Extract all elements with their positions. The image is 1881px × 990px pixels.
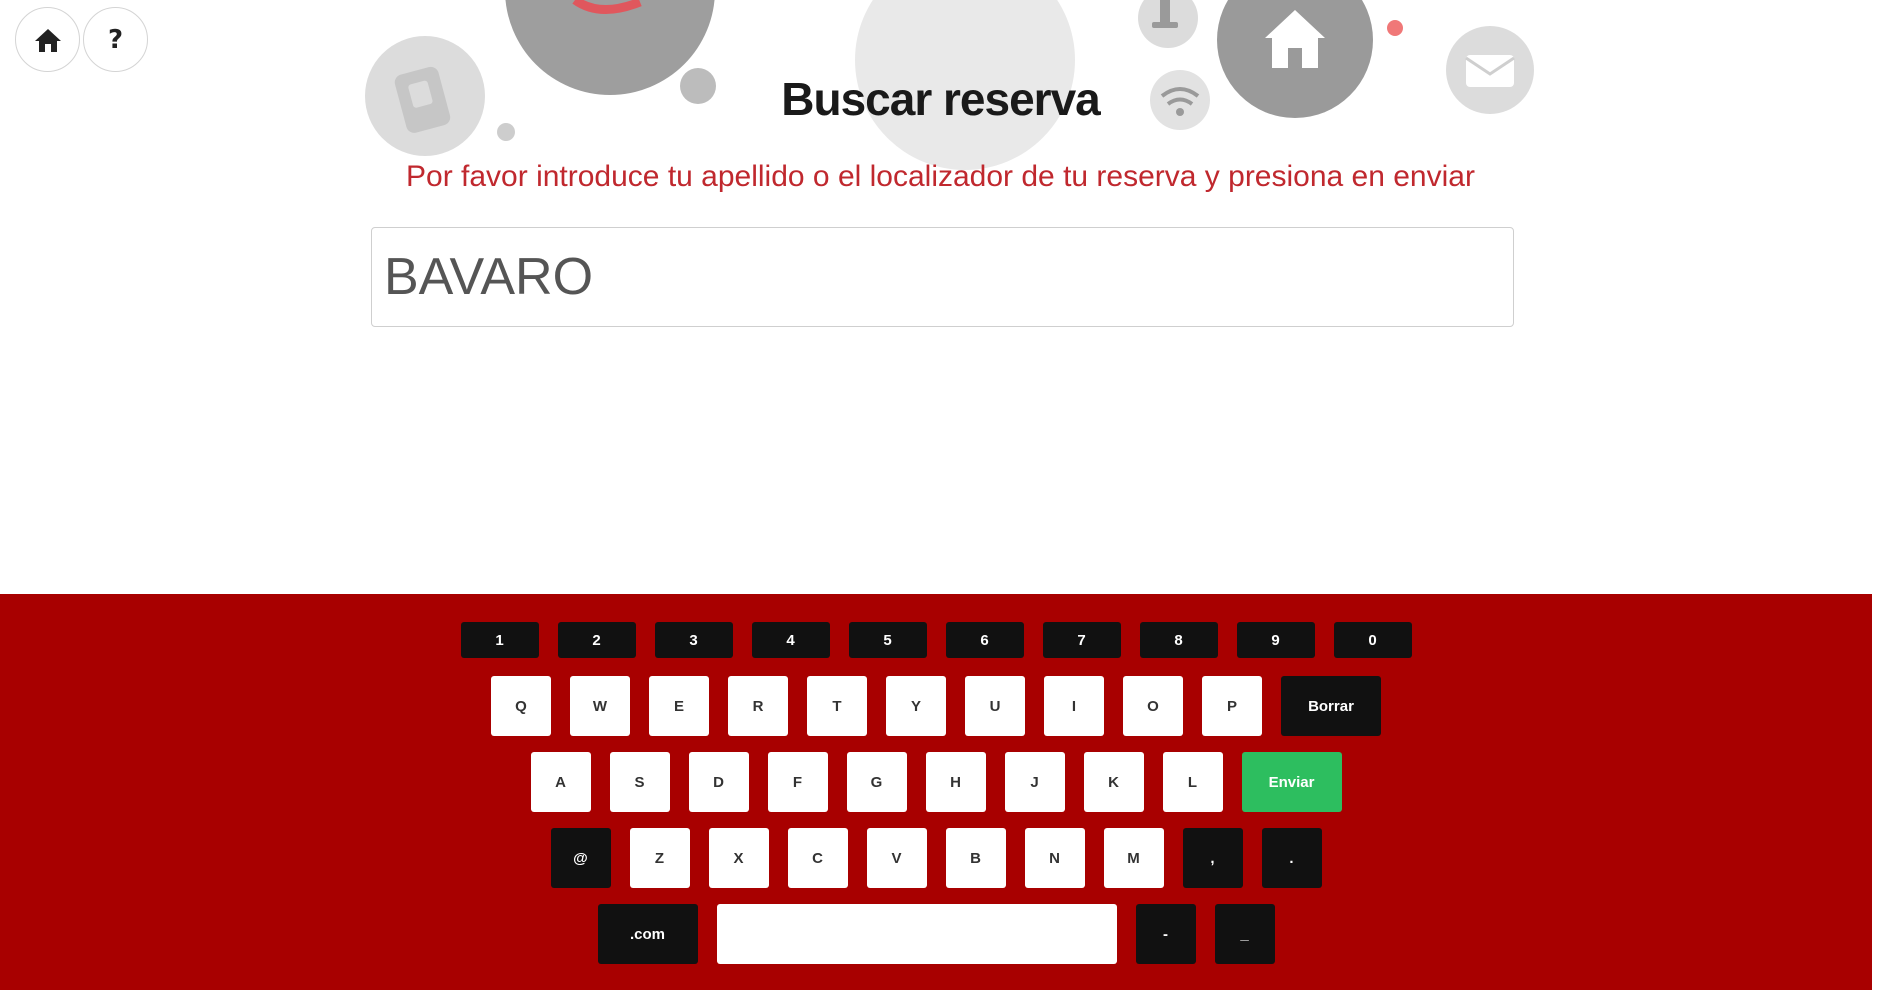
home-icon <box>34 28 61 52</box>
key-b[interactable]: B <box>945 828 1006 888</box>
keyboard-row-3: @ Z X C V B N M , . <box>0 828 1872 888</box>
key-3[interactable]: 3 <box>654 622 733 658</box>
key-a[interactable]: A <box>530 752 591 812</box>
key-s[interactable]: S <box>609 752 670 812</box>
key-1[interactable]: 1 <box>460 622 539 658</box>
page-title: Buscar reserva <box>781 73 1100 125</box>
key-h[interactable]: H <box>925 752 986 812</box>
key-f[interactable]: F <box>767 752 828 812</box>
search-input[interactable] <box>371 227 1514 327</box>
help-button[interactable]: ? <box>83 7 148 72</box>
key-x[interactable]: X <box>708 828 769 888</box>
key-4[interactable]: 4 <box>751 622 830 658</box>
keyboard-row-2: A S D F G H J K L Enviar <box>0 752 1872 812</box>
home-button[interactable] <box>15 7 80 72</box>
key-dotcom[interactable]: .com <box>597 904 698 964</box>
key-r[interactable]: R <box>728 676 788 736</box>
key-period[interactable]: . <box>1261 828 1322 888</box>
key-n[interactable]: N <box>1024 828 1085 888</box>
help-icon: ? <box>107 24 124 55</box>
key-g[interactable]: G <box>846 752 907 812</box>
key-0[interactable]: 0 <box>1333 622 1412 658</box>
key-2[interactable]: 2 <box>557 622 636 658</box>
key-7[interactable]: 7 <box>1042 622 1121 658</box>
virtual-keyboard: 1 2 3 4 5 6 7 8 9 0 Q W E R T Y U I O P … <box>0 594 1872 990</box>
key-y[interactable]: Y <box>886 676 946 736</box>
key-o[interactable]: O <box>1123 676 1183 736</box>
key-hyphen[interactable]: - <box>1135 904 1196 964</box>
key-9[interactable]: 9 <box>1236 622 1315 658</box>
key-m[interactable]: M <box>1103 828 1164 888</box>
key-comma[interactable]: , <box>1182 828 1243 888</box>
key-t[interactable]: T <box>807 676 867 736</box>
backspace-key[interactable]: Borrar <box>1281 676 1381 736</box>
key-v[interactable]: V <box>866 828 927 888</box>
key-u[interactable]: U <box>965 676 1025 736</box>
key-j[interactable]: J <box>1004 752 1065 812</box>
keyboard-row-4: .com - _ <box>0 904 1872 964</box>
key-8[interactable]: 8 <box>1139 622 1218 658</box>
keyboard-row-1: Q W E R T Y U I O P Borrar <box>0 676 1872 736</box>
submit-key[interactable]: Enviar <box>1241 752 1342 812</box>
key-space[interactable] <box>716 904 1117 964</box>
key-i[interactable]: I <box>1044 676 1104 736</box>
key-underscore[interactable]: _ <box>1214 904 1275 964</box>
key-c[interactable]: C <box>787 828 848 888</box>
key-6[interactable]: 6 <box>945 622 1024 658</box>
keyboard-number-row: 1 2 3 4 5 6 7 8 9 0 <box>0 622 1872 658</box>
key-z[interactable]: Z <box>629 828 690 888</box>
key-p[interactable]: P <box>1202 676 1262 736</box>
key-k[interactable]: K <box>1083 752 1144 812</box>
key-e[interactable]: E <box>649 676 709 736</box>
key-l[interactable]: L <box>1162 752 1223 812</box>
key-at[interactable]: @ <box>550 828 611 888</box>
key-5[interactable]: 5 <box>848 622 927 658</box>
page-subtitle: Por favor introduce tu apellido o el loc… <box>406 160 1475 193</box>
key-w[interactable]: W <box>570 676 630 736</box>
key-q[interactable]: Q <box>491 676 551 736</box>
key-d[interactable]: D <box>688 752 749 812</box>
